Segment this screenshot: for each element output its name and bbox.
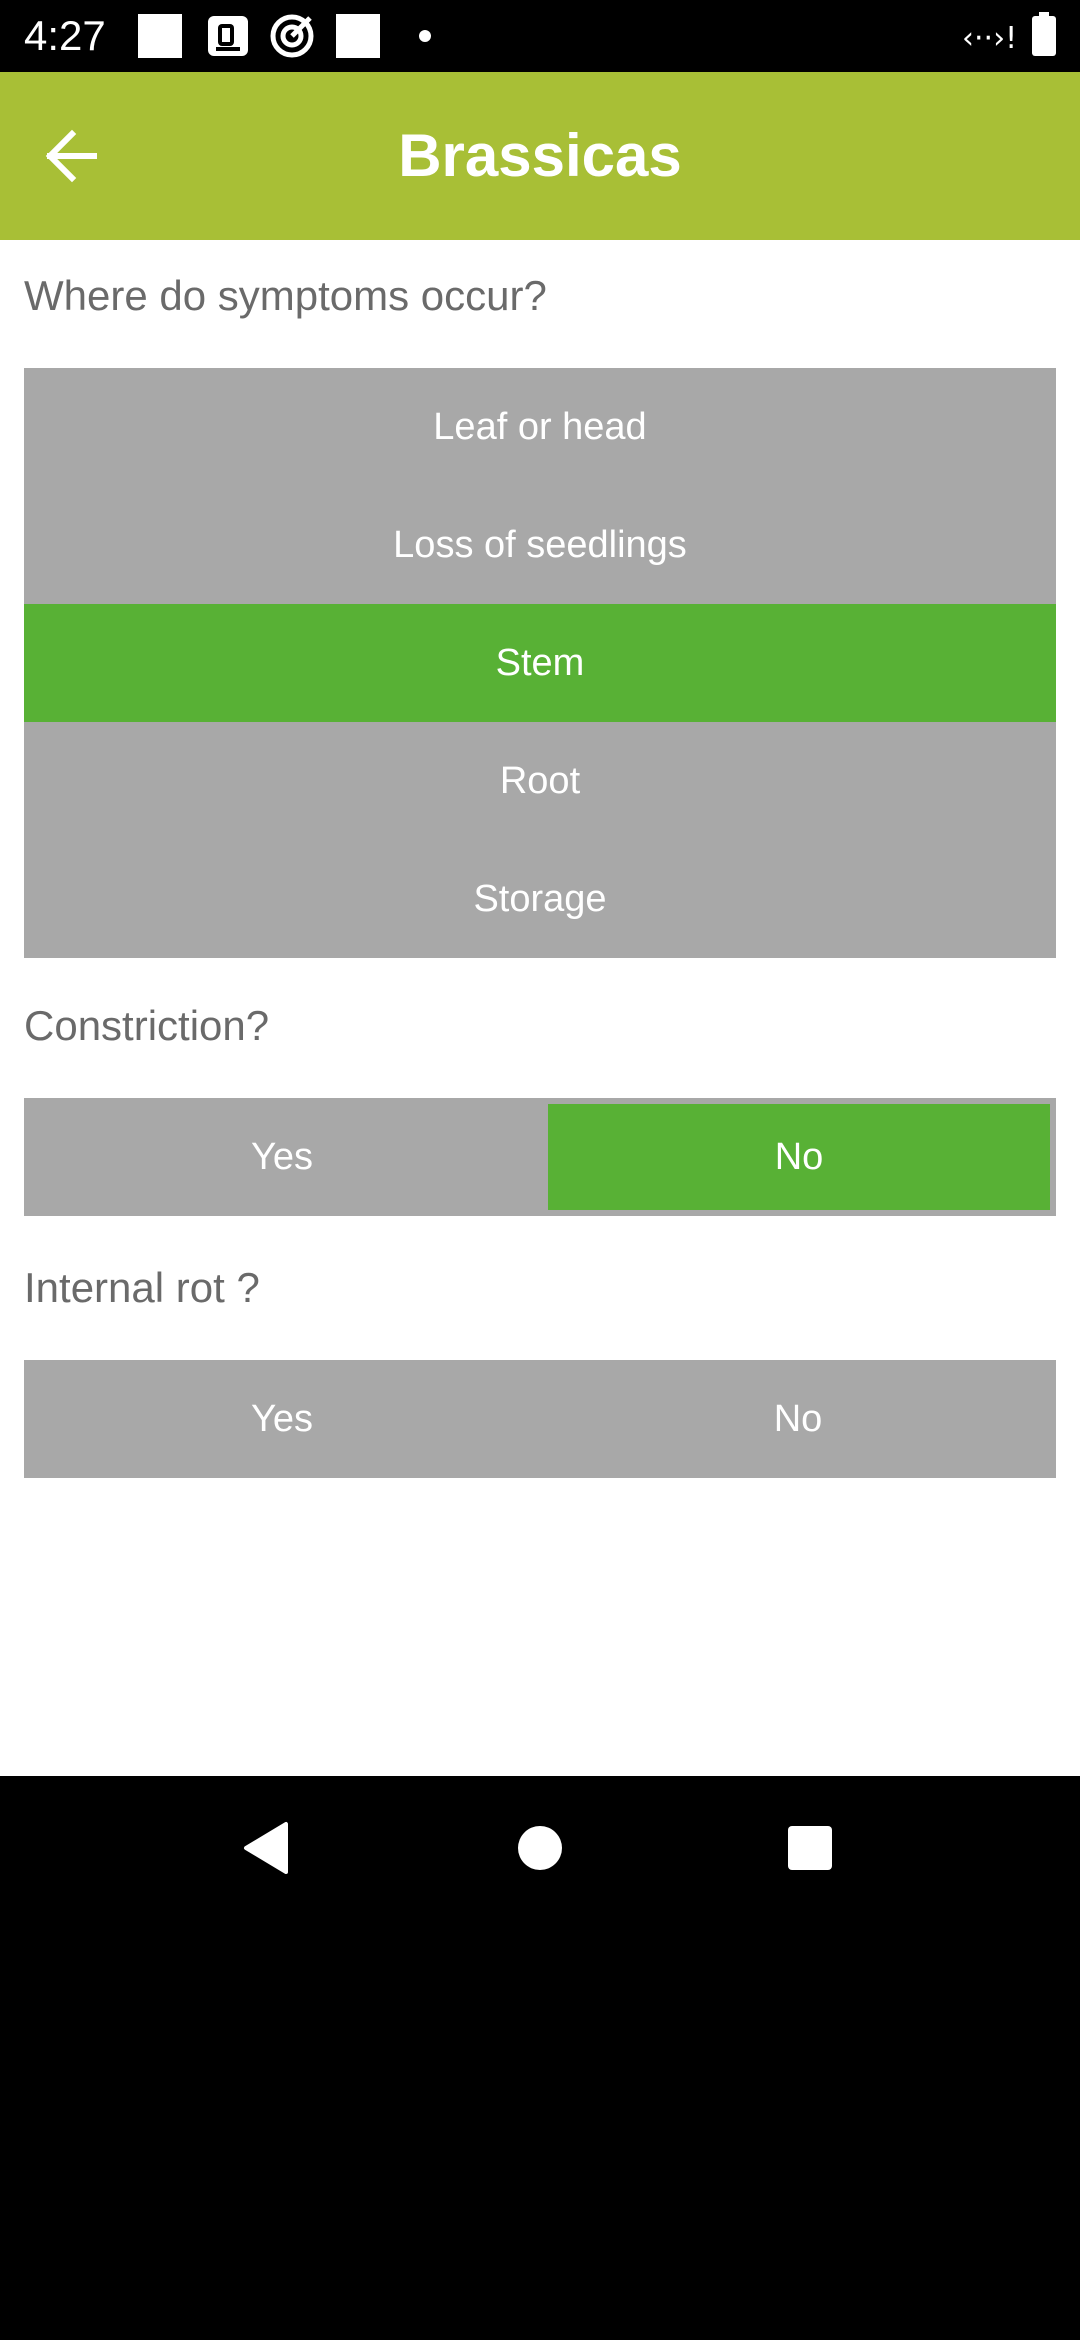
internal-rot-no-button[interactable]: No [540, 1360, 1056, 1478]
screen: 4:27 ‹··›! Brassicas Where do symptoms o… [0, 0, 1080, 2340]
internal-rot-toggle: Yes No [24, 1360, 1056, 1478]
page-title: Brassicas [398, 122, 682, 189]
constriction-no-button[interactable]: No [548, 1104, 1050, 1210]
arrow-back-icon [45, 129, 97, 183]
back-button[interactable] [24, 108, 120, 204]
question-constriction-label: Constriction? [24, 1002, 270, 1049]
more-dot-icon [416, 14, 460, 58]
app-bar: Brassicas [0, 72, 1080, 240]
nav-recents-button[interactable] [762, 1800, 858, 1896]
notification-square-icon [336, 14, 380, 58]
nav-home-button[interactable] [492, 1800, 588, 1896]
status-bar: 4:27 ‹··›! [0, 0, 1080, 72]
option-loss-of-seedlings[interactable]: Loss of seedlings [24, 486, 1056, 604]
back-triangle-icon [244, 1822, 288, 1874]
nav-back-button[interactable] [218, 1800, 314, 1896]
notification-square-icon [138, 14, 182, 58]
option-leaf-or-head[interactable]: Leaf or head [24, 368, 1056, 486]
status-time: 4:27 [24, 12, 106, 59]
content-area: Where do symptoms occur? Leaf or head Lo… [0, 240, 1080, 1776]
notification-target-icon [270, 14, 314, 58]
home-circle-icon [518, 1826, 562, 1870]
notification-d-icon [206, 14, 250, 58]
constriction-yes-button[interactable]: Yes [24, 1098, 540, 1216]
system-nav-bar [0, 1776, 1080, 1920]
data-saver-icon: ‹··›! [962, 12, 1017, 65]
constriction-toggle: Yes No [24, 1098, 1056, 1216]
option-stem[interactable]: Stem [24, 604, 1056, 722]
internal-rot-yes-button[interactable]: Yes [24, 1360, 540, 1478]
symptoms-option-list: Leaf or head Loss of seedlings Stem Root… [24, 368, 1056, 958]
recents-square-icon [788, 1826, 832, 1870]
svg-text:‹··›!: ‹··›! [962, 21, 1016, 56]
battery-icon [1030, 12, 1058, 65]
option-storage[interactable]: Storage [24, 840, 1056, 958]
question-internal-rot-label: Internal rot ? [24, 1264, 260, 1311]
option-root[interactable]: Root [24, 722, 1056, 840]
question-symptoms-label: Where do symptoms occur? [24, 272, 547, 319]
